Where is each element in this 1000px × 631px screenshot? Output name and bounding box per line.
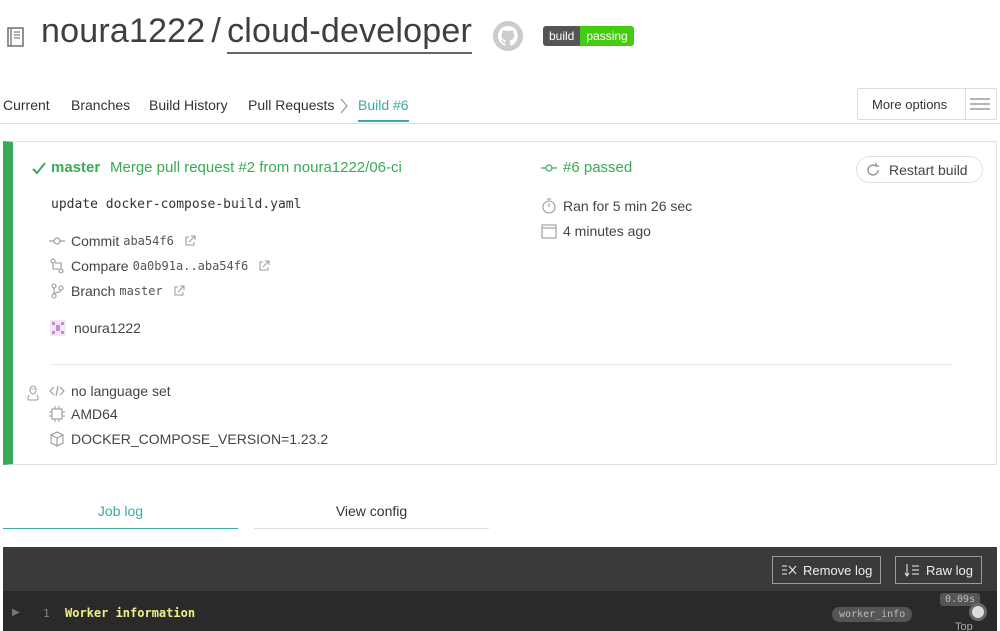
restart-build-button[interactable]: Restart build (856, 156, 983, 183)
badge-status: passing (580, 26, 634, 46)
log-line[interactable]: ▶ 1 Worker information worker_info (3, 605, 997, 625)
duration-text: Ran for 5 min 26 sec (563, 198, 693, 214)
chevron-right-icon (340, 98, 348, 114)
build-status[interactable]: #6 passed (541, 159, 632, 176)
cpu-icon (49, 406, 65, 422)
raw-log-icon (904, 564, 919, 577)
branch-value-link[interactable]: master (119, 284, 162, 298)
tab-build[interactable]: Build #6 (358, 97, 409, 122)
raw-log-button[interactable]: Raw log (895, 556, 982, 584)
repo-nav-tabs: Current Branches Build History Pull Requ… (0, 88, 1000, 124)
package-icon (50, 431, 64, 447)
code-icon (49, 385, 65, 397)
env-var-text: DOCKER_COMPOSE_VERSION=1.23.2 (71, 431, 329, 447)
arch-row: AMD64 (49, 406, 118, 422)
log-toolbar: Remove log Raw log (3, 547, 997, 591)
finished-ago-text: 4 minutes ago (563, 223, 651, 239)
build-summary-panel: master Merge pull request #2 from noura1… (3, 141, 997, 465)
compare-range-link[interactable]: 0a0b91a..aba54f6 (133, 259, 249, 273)
more-options-divider (965, 89, 966, 119)
hamburger-menu-icon (970, 98, 990, 110)
arch-text: AMD64 (71, 406, 118, 422)
log-fold-tag: worker_info (832, 607, 913, 622)
language-text: no language set (71, 383, 171, 399)
repo-owner-link[interactable]: noura1222 (41, 12, 205, 50)
avatar (50, 320, 66, 336)
repo-separator: / (211, 12, 222, 50)
scroll-top-label[interactable]: Top (955, 621, 973, 631)
remove-log-icon (782, 565, 797, 575)
tab-job-log[interactable]: Job log (3, 500, 238, 529)
compare-icon (50, 258, 64, 274)
tab-current[interactable]: Current (3, 97, 50, 113)
finished-row: 4 minutes ago (541, 223, 651, 239)
tab-branches[interactable]: Branches (71, 97, 130, 113)
build-status-badge[interactable]: build passing (543, 26, 634, 46)
compare-label: Compare (71, 258, 129, 274)
external-link-icon[interactable] (184, 235, 196, 247)
env-row: DOCKER_COMPOSE_VERSION=1.23.2 (49, 431, 328, 447)
commit-sha-link[interactable]: aba54f6 (123, 234, 174, 248)
more-options-button[interactable]: More options (857, 88, 997, 120)
commit-body: update docker-compose-build.yaml (51, 197, 302, 212)
remove-log-label: Remove log (803, 562, 873, 578)
compare-row: Compare 0a0b91a..aba54f6 (49, 258, 270, 274)
check-icon (32, 162, 46, 175)
branch-row: Branch master (49, 283, 185, 299)
linux-icon (27, 385, 39, 401)
fold-arrow-icon[interactable]: ▶ (12, 607, 20, 618)
restart-build-label: Restart build (889, 161, 968, 178)
tab-pull-requests[interactable]: Pull Requests (248, 97, 334, 113)
language-row: no language set (49, 383, 171, 399)
restart-icon (867, 162, 879, 176)
log-line-text: Worker information (65, 606, 196, 620)
section-divider (51, 364, 953, 365)
calendar-icon (541, 224, 557, 239)
commit-message: Merge pull request #2 from noura1222/06-… (110, 159, 402, 176)
branch-label: Branch (71, 283, 116, 299)
external-link-icon[interactable] (258, 260, 270, 272)
remove-log-button[interactable]: Remove log (772, 556, 882, 584)
scroll-top-icon[interactable] (969, 603, 987, 621)
author-name: noura1222 (74, 320, 141, 336)
build-branch-link[interactable]: master (51, 159, 100, 176)
commit-row: Commit aba54f6 (49, 233, 196, 249)
repo-header: noura1222/cloud-developer build passing (0, 0, 1000, 70)
commit-icon (541, 163, 557, 172)
repo-title: noura1222/cloud-developer (41, 12, 472, 54)
commit-label: Commit (71, 233, 120, 249)
duration-row: Ran for 5 min 26 sec (541, 198, 692, 214)
log-tabs: Job log View config (0, 500, 1000, 530)
build-status-text: #6 passed (563, 159, 633, 176)
external-link-icon[interactable] (173, 285, 185, 297)
tab-build-history[interactable]: Build History (149, 97, 228, 113)
more-options-label: More options (872, 97, 948, 112)
repo-name-link[interactable]: cloud-developer (227, 12, 472, 54)
stopwatch-icon (542, 198, 556, 214)
repo-icon (7, 27, 24, 47)
job-log-area: Remove log Raw log 0.09s ▶ 1 Worker info… (3, 547, 997, 631)
badge-label: build (543, 26, 581, 46)
branch-icon (51, 283, 64, 299)
github-icon[interactable] (492, 20, 524, 52)
raw-log-label: Raw log (926, 562, 973, 578)
tab-view-config[interactable]: View config (254, 500, 489, 529)
commit-icon (49, 237, 65, 245)
log-line-number[interactable]: 1 (43, 607, 50, 620)
